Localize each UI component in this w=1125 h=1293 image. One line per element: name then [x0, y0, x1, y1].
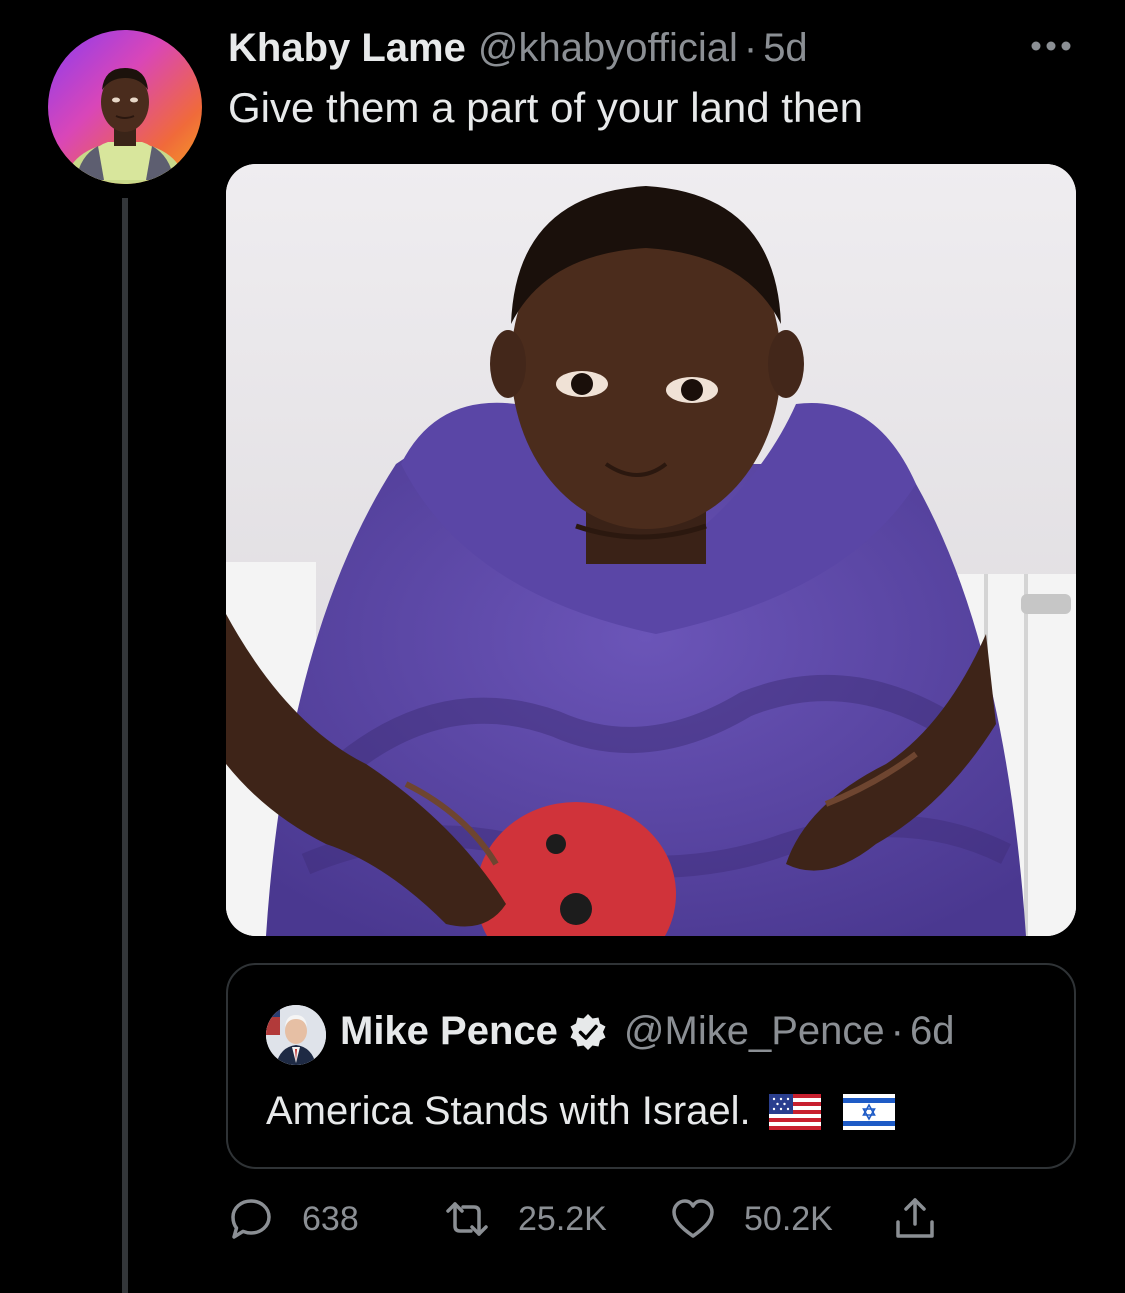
author-avatar[interactable]: [48, 30, 202, 184]
reply-count: 638: [302, 1199, 359, 1238]
tweet-text: Give them a part of your land then: [228, 84, 864, 131]
author-handle[interactable]: @khabyofficial: [478, 26, 738, 71]
like-icon: [672, 1199, 714, 1238]
verified-badge-icon: [570, 1013, 606, 1050]
quoted-tweet-text: America Stands with Israel.: [266, 1089, 751, 1133]
retweet-button[interactable]: 25.2K: [444, 1196, 607, 1242]
thread-line: [122, 198, 128, 1293]
quoted-tweet[interactable]: Mike Pence @Mike_Pence · 6d America Stan…: [226, 963, 1076, 1169]
us-flag-icon: [768, 1093, 821, 1130]
tweet-actions: 638 25.2K 50.2K: [228, 1196, 988, 1246]
like-count: 50.2K: [744, 1199, 833, 1238]
separator: ·: [743, 26, 758, 70]
separator: ·: [890, 1009, 904, 1053]
author-name[interactable]: Khaby Lame: [228, 26, 466, 71]
israel-flag-icon: [842, 1093, 895, 1130]
reply-button[interactable]: 638: [228, 1196, 359, 1242]
profile-photo-icon: [266, 1005, 326, 1065]
quoted-author-name[interactable]: Mike Pence: [340, 1009, 558, 1054]
retweet-count: 25.2K: [518, 1199, 607, 1238]
tweet-media[interactable]: [226, 164, 1076, 936]
like-button[interactable]: 50.2K: [670, 1196, 833, 1242]
quoted-tweet-body: America Stands with Israel.: [266, 1089, 895, 1134]
retweet-icon: [446, 1202, 488, 1236]
photo-icon: [226, 164, 1076, 936]
tweet-time[interactable]: 5d: [763, 26, 808, 71]
profile-photo-icon: [67, 68, 183, 184]
quoted-tweet-header: Mike Pence @Mike_Pence · 6d: [340, 1009, 954, 1054]
share-button[interactable]: [892, 1196, 938, 1242]
share-icon: [896, 1198, 934, 1238]
tweet-header: Khaby Lame @khabyofficial · 5d: [228, 26, 808, 74]
quoted-tweet-time[interactable]: 6d: [910, 1009, 955, 1054]
more-icon[interactable]: [1028, 38, 1074, 54]
quoted-author-handle[interactable]: @Mike_Pence: [624, 1009, 885, 1054]
reply-icon: [231, 1199, 271, 1239]
quoted-author-avatar[interactable]: [266, 1005, 326, 1065]
